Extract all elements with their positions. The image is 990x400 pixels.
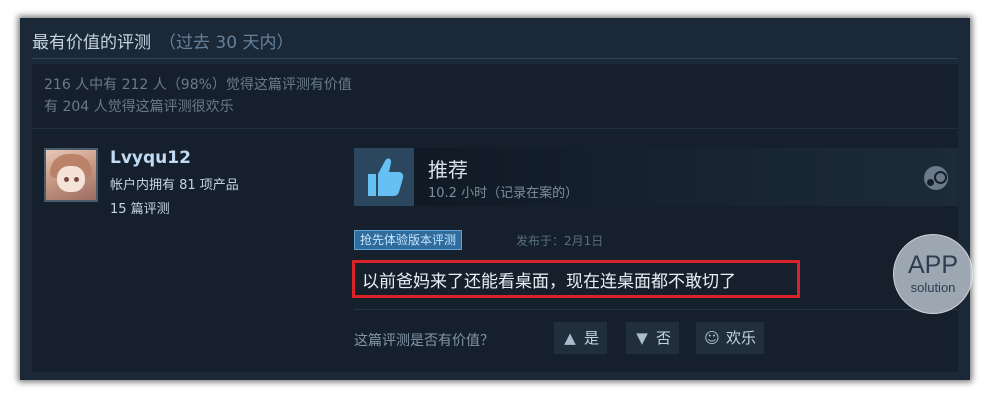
avatar-eye xyxy=(64,177,69,182)
review-text: 以前爸妈来了还能看桌面，现在连桌面都不敢切了 xyxy=(362,272,736,292)
posted-date: 发布于：2月1日 xyxy=(516,234,604,248)
review-panel: 最有价值的评测 （过去 30 天内） 216 人中有 212 人（98%）觉得这篇… xyxy=(20,18,970,380)
review-card: 216 人中有 212 人（98%）觉得这篇评测有价值 有 204 人觉得这篇评… xyxy=(32,64,958,372)
vote-no-button[interactable]: ▼ 否 xyxy=(626,322,680,354)
thumbs-up-icon: ▲ xyxy=(564,329,576,347)
watermark-subtitle: solution xyxy=(910,280,956,295)
vote-yes-label: 是 xyxy=(584,329,600,347)
vote-funny-label: 欢乐 xyxy=(726,329,757,347)
author-products[interactable]: 帐户内拥有 81 项产品 xyxy=(110,174,239,193)
author-name[interactable]: Lvyqu12 xyxy=(110,148,191,168)
vote-funny-button[interactable]: ☺ 欢乐 xyxy=(696,322,765,354)
recommendation-label: 推荐 xyxy=(428,158,468,182)
vote-yes-button[interactable]: ▲ 是 xyxy=(554,322,608,354)
review-stats: 216 人中有 212 人（98%）觉得这篇评测有价值 有 204 人觉得这篇评… xyxy=(44,74,352,118)
thumbs-up-icon[interactable] xyxy=(354,148,414,206)
author-reviews[interactable]: 15 篇评测 xyxy=(110,198,170,217)
smiley-icon: ☺ xyxy=(704,329,720,347)
thumbs-up-icon-graphic xyxy=(368,158,404,196)
helpful-count: 216 人中有 212 人（98%）觉得这篇评测有价值 xyxy=(44,77,352,93)
divider xyxy=(32,58,958,59)
early-access-badge: 抢先体验版本评测 xyxy=(354,230,463,250)
helpful-question: 这篇评测是否有价值？ xyxy=(354,333,494,349)
funny-count: 有 204 人觉得这篇评测很欢乐 xyxy=(44,99,234,115)
section-period: （过去 30 天内） xyxy=(159,33,294,53)
watermark-title: APP xyxy=(907,251,959,279)
section-title: 最有价值的评测 （过去 30 天内） xyxy=(32,28,293,53)
thumbs-down-icon: ▼ xyxy=(636,329,648,347)
recommendation-header: 推荐 10.2 小时（记录在案的） xyxy=(354,148,958,206)
divider xyxy=(32,128,958,129)
avatar-eye xyxy=(74,177,79,182)
steam-icon xyxy=(924,166,948,190)
vote-no-label: 否 xyxy=(656,329,672,347)
hours-played: 10.2 小时（记录在案的） xyxy=(428,186,579,201)
watermark-logo: APP solution xyxy=(893,234,973,314)
section-title-text: 最有价值的评测 xyxy=(32,33,151,53)
avatar[interactable] xyxy=(44,148,98,202)
divider xyxy=(354,309,958,310)
avatar-face xyxy=(57,166,85,192)
